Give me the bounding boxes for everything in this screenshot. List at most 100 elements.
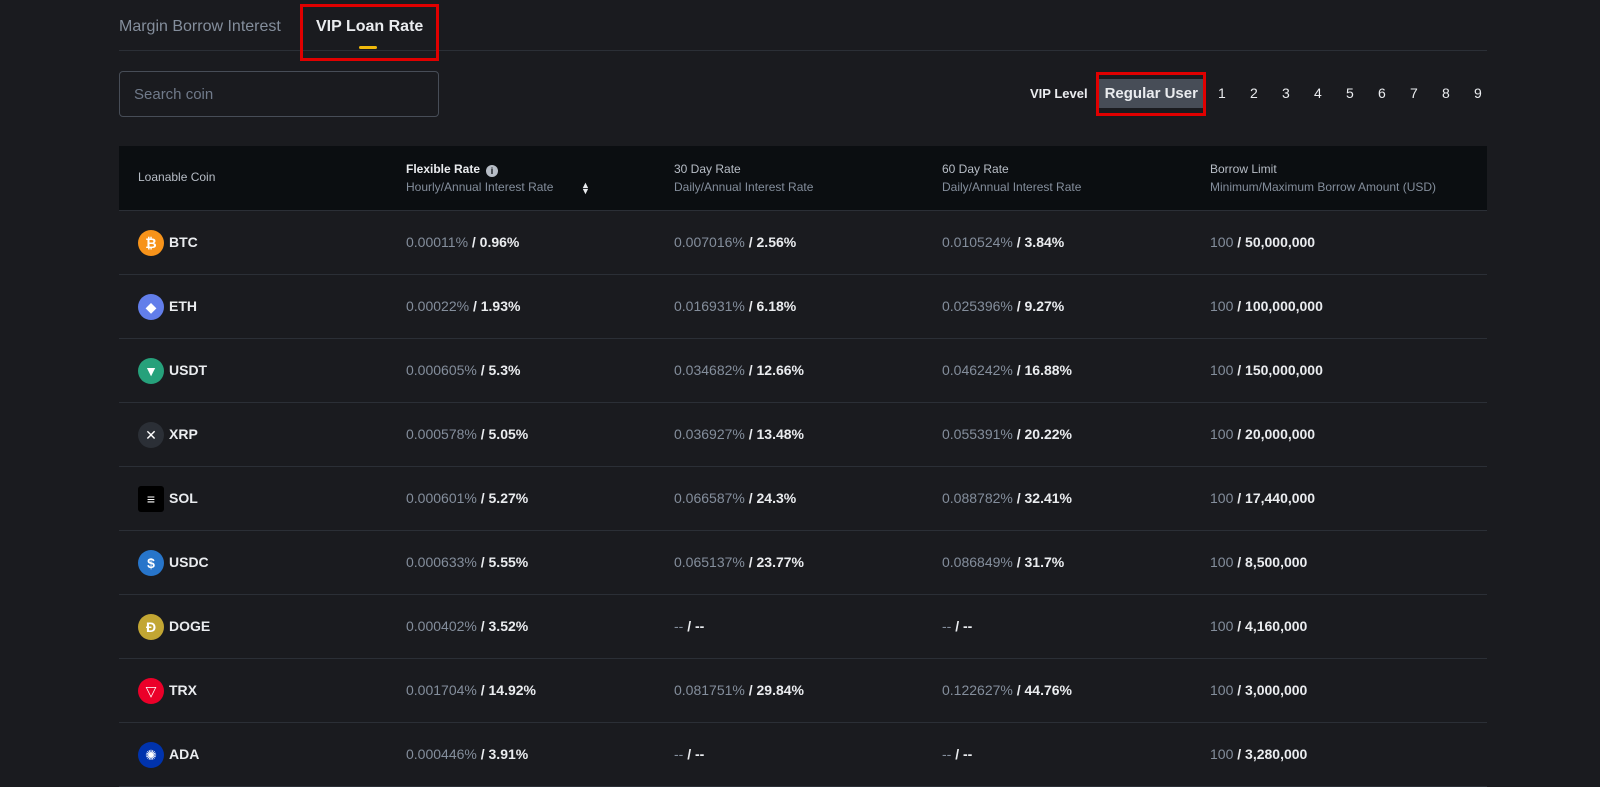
coin-name: SOL: [169, 490, 198, 506]
header-flexible-rate[interactable]: Flexible Rate i Hourly/Annual Interest Ra…: [406, 160, 590, 196]
coin-name: DOGE: [169, 618, 211, 634]
flexible-rate-cell: 0.00011% / 0.96%: [406, 211, 519, 274]
60-day-rate-value-secondary: / --: [955, 746, 973, 762]
vip-level-selector: VIP Level Regular User 1 2 3 4 5 6 7 8 9: [1030, 76, 1494, 110]
60-day-rate-value-primary: 0.046242%: [942, 362, 1013, 378]
flexible-rate-value-secondary: / 3.91%: [480, 746, 529, 762]
header-borrow-limit: Borrow Limit Minimum/Maximum Borrow Amou…: [1210, 162, 1437, 194]
60-day-rate-cell: 0.025396% / 9.27%: [942, 275, 1064, 338]
table-row: ≡ SOL 0.000601% / 5.27% 0.066587% / 24.3…: [119, 467, 1487, 531]
30-day-rate-value-secondary: / 13.48%: [748, 426, 804, 442]
60-day-rate-value-primary: 0.086849%: [942, 554, 1013, 570]
60-day-rate-value-secondary: / 32.41%: [1016, 490, 1072, 506]
flexible-rate-value-secondary: / 1.93%: [472, 298, 521, 314]
flexible-rate-value-secondary: / 14.92%: [480, 682, 536, 698]
header-60-day-rate: 60 Day Rate Daily/Annual Interest Rate: [942, 162, 1082, 194]
60-day-rate-cell: 0.086849% / 31.7%: [942, 531, 1064, 594]
borrow-limit-value-primary: 100: [1210, 618, 1234, 634]
vip-level-6[interactable]: 6: [1366, 85, 1398, 101]
coin-name: USDC: [169, 554, 209, 570]
flexible-rate-value-secondary: / 5.55%: [480, 554, 529, 570]
30-day-rate-value-primary: 0.036927%: [674, 426, 745, 442]
xrp-icon: ✕: [138, 422, 164, 448]
flexible-rate-value-primary: 0.000601%: [406, 490, 477, 506]
60-day-rate-value-primary: 0.088782%: [942, 490, 1013, 506]
sort-icon[interactable]: ▲ ▼: [581, 181, 590, 196]
borrow-limit-value-secondary: / 20,000,000: [1237, 426, 1316, 442]
info-icon[interactable]: i: [486, 165, 499, 177]
coin-name: USDT: [169, 362, 208, 378]
vip-level-4[interactable]: 4: [1302, 85, 1334, 101]
tab-margin-borrow-interest[interactable]: Margin Borrow Interest: [119, 18, 281, 36]
60-day-rate-cell: 0.055391% / 20.22%: [942, 403, 1072, 466]
vip-level-2[interactable]: 2: [1238, 85, 1270, 101]
header-loanable-coin: Loanable Coin: [138, 170, 216, 184]
60-day-rate-cell: -- / --: [942, 723, 972, 786]
30-day-rate-value-primary: 0.034682%: [674, 362, 745, 378]
borrow-limit-value-secondary: / 3,000,000: [1237, 682, 1308, 698]
flexible-rate-cell: 0.000402% / 3.52%: [406, 595, 528, 658]
tab-vip-loan-rate[interactable]: VIP Loan Rate: [316, 18, 423, 36]
table-row: ✺ ADA 0.000446% / 3.91% -- / -- -- / -- …: [119, 723, 1487, 787]
flexible-rate-value-primary: 0.001704%: [406, 682, 477, 698]
flexible-rate-cell: 0.000605% / 5.3%: [406, 339, 520, 402]
borrow-limit-value-secondary: / 3,280,000: [1237, 746, 1308, 762]
60-day-rate-value-primary: 0.025396%: [942, 298, 1013, 314]
flexible-rate-cell: 0.001704% / 14.92%: [406, 659, 536, 722]
30-day-rate-cell: 0.081751% / 29.84%: [674, 659, 804, 722]
60-day-rate-value-primary: --: [942, 746, 952, 762]
60-day-rate-cell: -- / --: [942, 595, 972, 658]
borrow-limit-value-primary: 100: [1210, 746, 1234, 762]
60-day-rate-value-secondary: / 31.7%: [1016, 554, 1065, 570]
30-day-rate-value-secondary: / 29.84%: [748, 682, 804, 698]
flexible-rate-value-primary: 0.000578%: [406, 426, 477, 442]
borrow-limit-value-primary: 100: [1210, 298, 1234, 314]
vip-level-3[interactable]: 3: [1270, 85, 1302, 101]
borrow-limit-value-secondary: / 4,160,000: [1237, 618, 1308, 634]
60-day-rate-value-primary: 0.122627%: [942, 682, 1013, 698]
borrow-limit-value-secondary: / 100,000,000: [1237, 298, 1323, 314]
sol-icon: ≡: [138, 486, 164, 512]
30-day-rate-cell: 0.034682% / 12.66%: [674, 339, 804, 402]
60-day-rate-value-primary: 0.010524%: [942, 234, 1013, 250]
flexible-rate-cell: 0.000601% / 5.27%: [406, 467, 528, 530]
flexible-rate-value-primary: 0.000633%: [406, 554, 477, 570]
vip-level-8[interactable]: 8: [1430, 85, 1462, 101]
flexible-rate-value-primary: 0.000605%: [406, 362, 477, 378]
table-header: Loanable Coin Flexible Rate i Hourly/Annu…: [119, 146, 1487, 211]
vip-level-9[interactable]: 9: [1462, 85, 1494, 101]
borrow-limit-cell: 100 / 4,160,000: [1210, 595, 1307, 658]
flexible-rate-cell: 0.000446% / 3.91%: [406, 723, 528, 786]
vip-level-regular-user[interactable]: Regular User: [1096, 78, 1206, 108]
flexible-rate-value-primary: 0.00022%: [406, 298, 470, 314]
flexible-rate-cell: 0.000633% / 5.55%: [406, 531, 528, 594]
borrow-limit-cell: 100 / 17,440,000: [1210, 467, 1315, 530]
borrow-limit-value-secondary: / 150,000,000: [1237, 362, 1323, 378]
flexible-rate-value-secondary: / 0.96%: [471, 234, 520, 250]
30-day-rate-cell: 0.065137% / 23.77%: [674, 531, 804, 594]
vip-level-label: VIP Level: [1030, 85, 1088, 101]
vip-level-5[interactable]: 5: [1334, 85, 1366, 101]
vip-level-1[interactable]: 1: [1206, 85, 1238, 101]
borrow-limit-value-secondary: / 17,440,000: [1237, 490, 1316, 506]
flexible-rate-value-primary: 0.00011%: [406, 234, 469, 250]
borrow-limit-value-primary: 100: [1210, 682, 1234, 698]
30-day-rate-value-secondary: / 23.77%: [748, 554, 804, 570]
60-day-rate-cell: 0.010524% / 3.84%: [942, 211, 1064, 274]
search-coin-input[interactable]: [119, 71, 439, 117]
60-day-rate-cell: 0.046242% / 16.88%: [942, 339, 1072, 402]
eth-icon: ◆: [138, 294, 164, 320]
borrow-limit-cell: 100 / 150,000,000: [1210, 339, 1323, 402]
table-row: Ð DOGE 0.000402% / 3.52% -- / -- -- / --…: [119, 595, 1487, 659]
60-day-rate-value-secondary: / 3.84%: [1016, 234, 1065, 250]
60-day-rate-cell: 0.122627% / 44.76%: [942, 659, 1072, 722]
vip-level-7[interactable]: 7: [1398, 85, 1430, 101]
30-day-rate-cell: 0.007016% / 2.56%: [674, 211, 796, 274]
usdc-icon: $: [138, 550, 164, 576]
flexible-rate-value-secondary: / 5.05%: [480, 426, 529, 442]
flexible-rate-value-secondary: / 5.27%: [480, 490, 529, 506]
borrow-limit-cell: 100 / 3,000,000: [1210, 659, 1307, 722]
loan-rate-table: Loanable Coin Flexible Rate i Hourly/Annu…: [119, 146, 1487, 787]
30-day-rate-value-primary: 0.081751%: [674, 682, 745, 698]
60-day-rate-value-primary: --: [942, 618, 952, 634]
